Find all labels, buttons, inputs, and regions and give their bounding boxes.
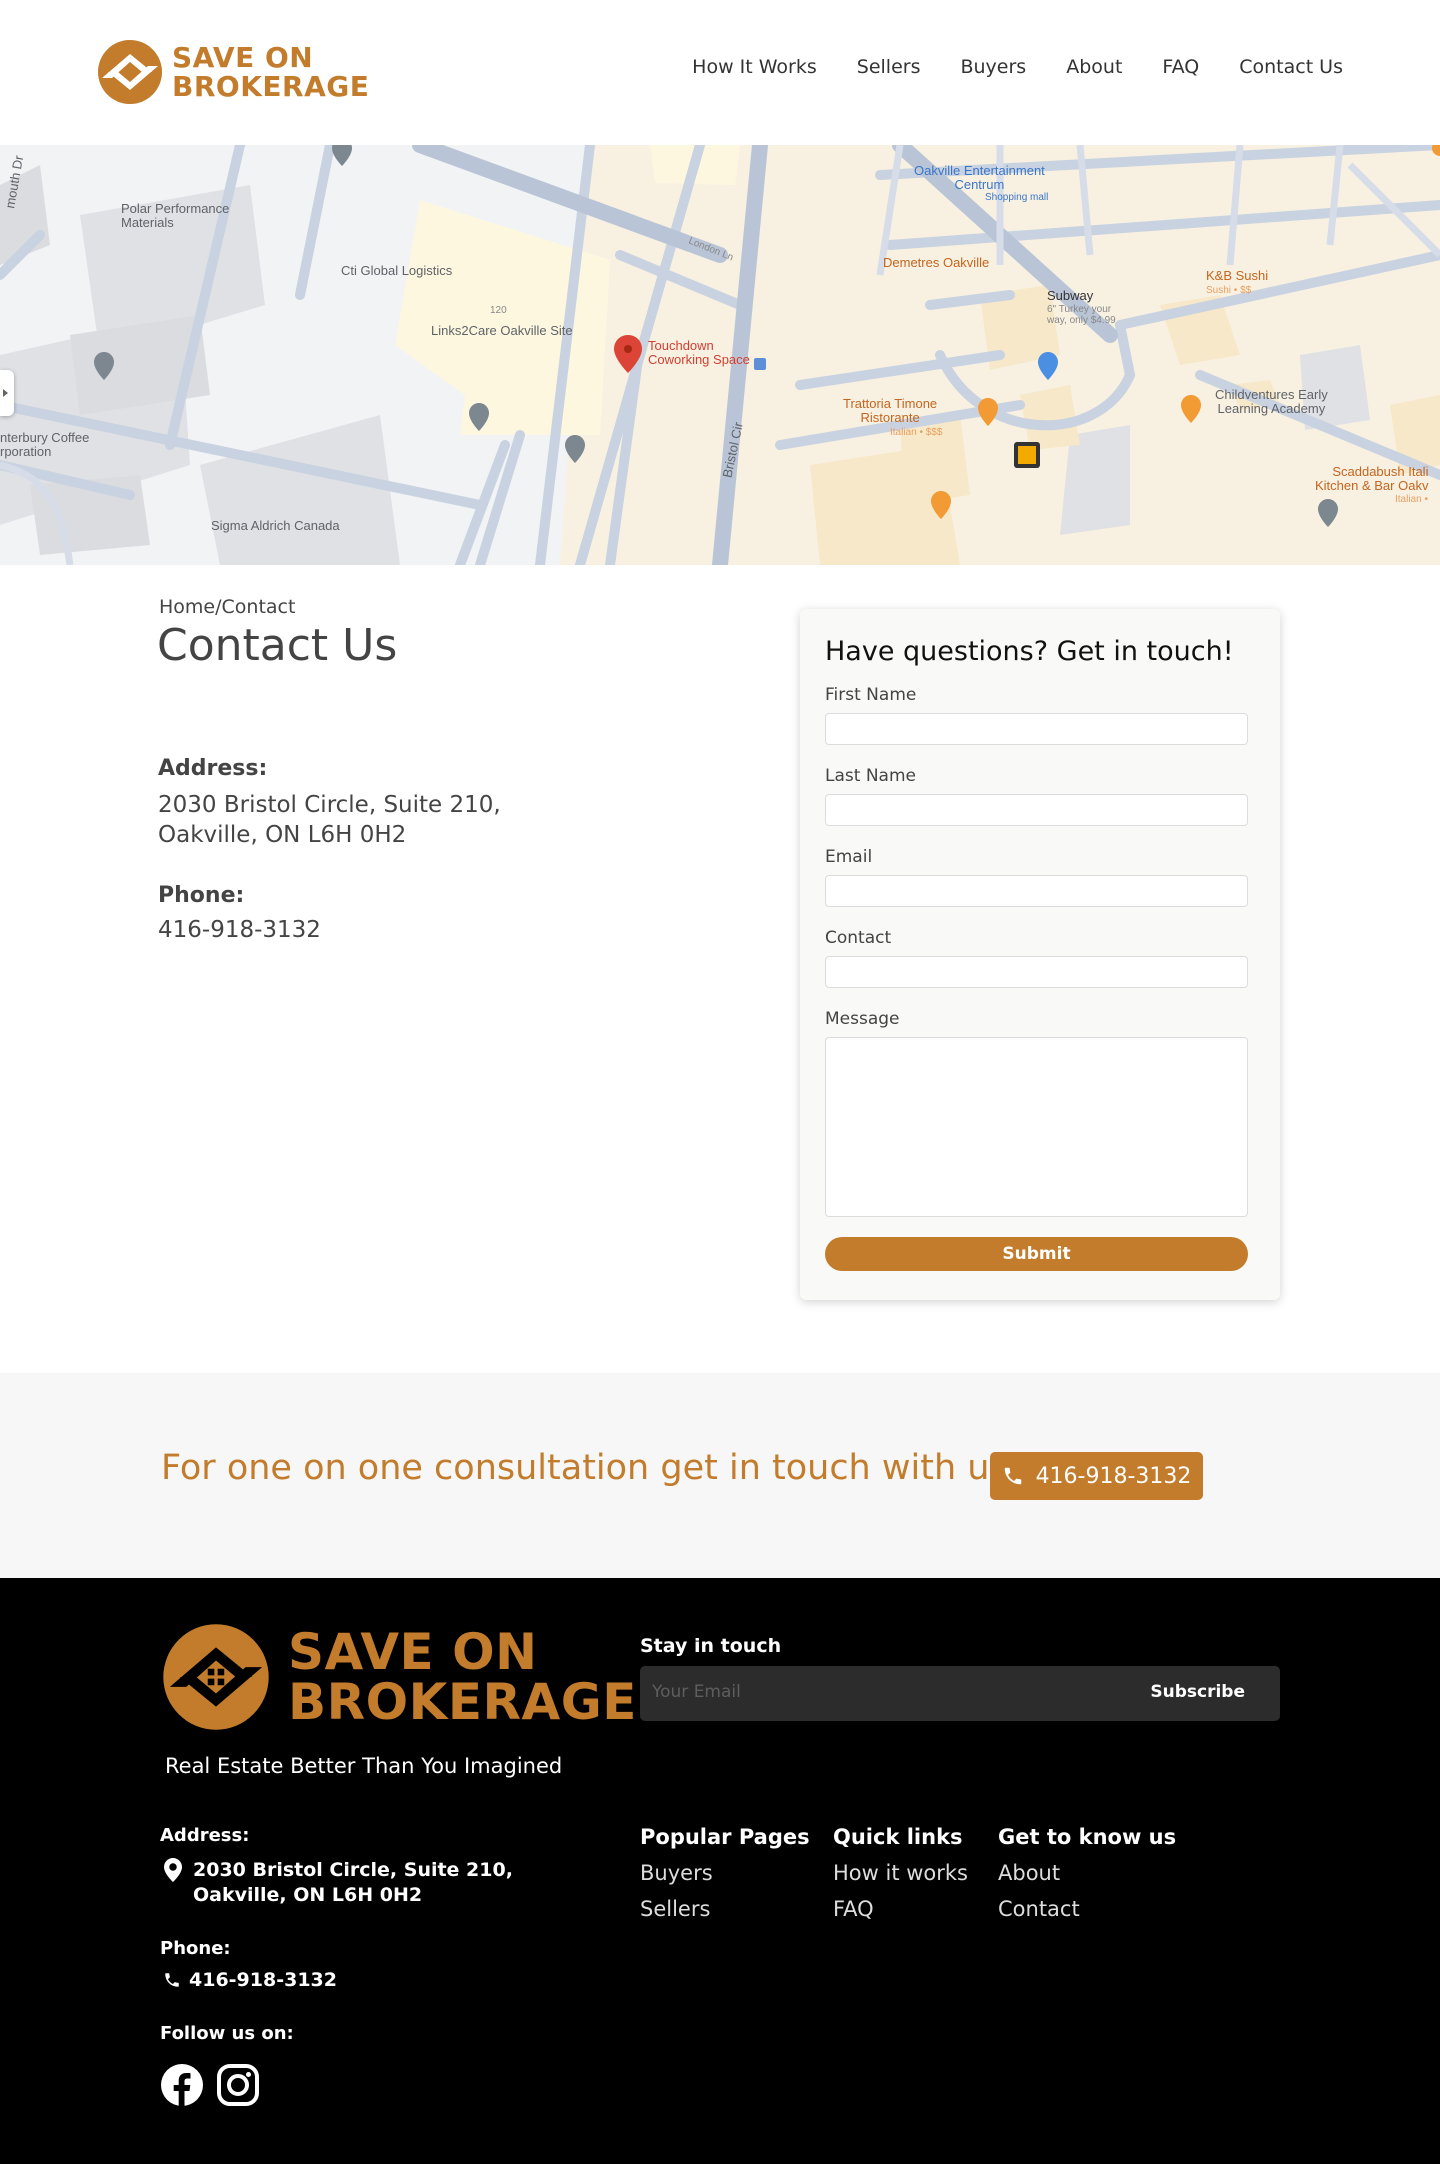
map-label-shopping-mall: Shopping mall [985, 192, 1049, 203]
house-logo-icon [163, 1624, 269, 1730]
footer-brand-line1: SAVE ON [288, 1623, 538, 1681]
phone-number: 416-918-3132 [158, 917, 321, 943]
contact-label: Contact [825, 928, 892, 948]
map-label-kb-sushi: K&B Sushi [1206, 268, 1269, 283]
map-label-oakville-ent: Oakville Entertainment Centrum [914, 163, 1045, 192]
map-label-scaddabush: Scaddabush Itali Kitchen & Bar Oakv [1315, 464, 1429, 493]
brand-name-line1: SAVE ON [172, 41, 314, 74]
first-name-input[interactable] [825, 713, 1248, 745]
breadcrumb[interactable]: Home/Contact [159, 596, 295, 618]
nav-about[interactable]: About [1066, 56, 1122, 78]
map-label-trattoria-sub: Italian • $$$ [890, 427, 943, 438]
email-label: Email [825, 847, 873, 867]
form-title: Have questions? Get in touch! [825, 636, 1234, 667]
facebook-icon[interactable] [160, 2063, 204, 2107]
nav-buyers[interactable]: Buyers [960, 56, 1026, 78]
site-footer: SAVE ON BROKERAGE Real Estate Better Tha… [0, 1578, 1440, 2164]
footer-address-label: Address: [160, 1825, 250, 1846]
brand-tagline: Real Estate Better Than You Imagined [165, 1754, 563, 1778]
nav-sellers[interactable]: Sellers [857, 56, 921, 78]
consultation-banner: For one on one consultation get in touch… [0, 1373, 1440, 1578]
footer-brand-line2: BROKERAGE [288, 1673, 637, 1731]
footer-link-buyers[interactable]: Buyers [640, 1861, 713, 1885]
footer-logo[interactable]: SAVE ON BROKERAGE [160, 1621, 637, 1733]
phone-label: Phone: [158, 883, 245, 908]
map-label-canterbury: nterbury Coffee rporation [0, 430, 90, 459]
last-name-label: Last Name [825, 766, 916, 786]
house-logo-icon [98, 40, 162, 104]
first-name-label: First Name [825, 685, 917, 705]
contact-input[interactable] [825, 956, 1248, 988]
location-map[interactable]: Polar Performance Materials Cti Global L… [0, 145, 1440, 565]
map-label-polar: Polar Performance Materials [121, 201, 230, 230]
map-label-links2care: Links2Care Oakville Site [431, 323, 573, 338]
email-input[interactable] [825, 875, 1248, 907]
footer-link-about[interactable]: About [998, 1861, 1060, 1885]
contact-form: Have questions? Get in touch! First Name… [800, 609, 1280, 1300]
footer-link-contact[interactable]: Contact [998, 1897, 1080, 1921]
map-panel-toggle[interactable] [0, 370, 14, 416]
map-label-subway: Subway [1047, 288, 1094, 303]
footer-address-line1: 2030 Bristol Circle, Suite 210, [193, 1859, 513, 1881]
footer-link-how-it-works[interactable]: How it works [833, 1861, 968, 1885]
consultation-phone-label: 416-918-3132 [1035, 1463, 1192, 1489]
map-label-kb-sub: Sushi • $$ [1206, 285, 1252, 296]
subscribe-button[interactable]: Subscribe [1150, 1682, 1245, 1702]
footer-phone: 416-918-3132 [189, 1969, 337, 1991]
consultation-text: For one on one consultation get in touch… [161, 1448, 1008, 1488]
footer-brand-name: SAVE ON BROKERAGE [288, 1627, 637, 1727]
submit-button[interactable]: Submit [825, 1237, 1248, 1271]
follow-label: Follow us on: [160, 2023, 294, 2044]
footer-link-sellers[interactable]: Sellers [640, 1897, 710, 1921]
message-label: Message [825, 1009, 900, 1029]
map-label-sigma: Sigma Aldrich Canada [211, 518, 340, 533]
page-title: Contact Us [157, 620, 398, 671]
location-pin-icon [164, 1858, 182, 1882]
main-nav: How It Works Sellers Buyers About FAQ Co… [692, 56, 1343, 78]
map-label-scaddabush-sub: Italian • [1395, 494, 1428, 505]
address-line2: Oakville, ON L6H 0H2 [158, 822, 407, 848]
message-textarea[interactable] [825, 1037, 1248, 1217]
brand-logo[interactable]: SAVE ON BROKERAGE [96, 38, 369, 106]
brand-name: SAVE ON BROKERAGE [172, 43, 369, 101]
brand-name-line2: BROKERAGE [172, 70, 370, 103]
address-line1: 2030 Bristol Circle, Suite 210, [158, 792, 501, 818]
map-label-touchdown: Touchdown Coworking Space [648, 338, 750, 367]
newsletter-email-input[interactable]: Your Email Subscribe [640, 1666, 1280, 1721]
map-label-trattoria: Trattoria Timone Ristorante [843, 396, 938, 425]
map-label-cti: Cti Global Logistics [341, 263, 453, 278]
instagram-icon[interactable] [216, 2063, 260, 2107]
map-label-demetres: Demetres Oakville [883, 255, 990, 270]
footer-address-line2: Oakville, ON L6H 0H2 [193, 1884, 423, 1906]
email-placeholder: Your Email [652, 1682, 741, 1702]
footer-link-faq[interactable]: FAQ [833, 1897, 874, 1921]
nav-how-it-works[interactable]: How It Works [692, 56, 817, 78]
map-label-120: 120 [490, 305, 507, 316]
map-label-childventures: Childventures Early Learning Academy [1215, 387, 1328, 416]
nav-contact-us[interactable]: Contact Us [1239, 56, 1343, 78]
site-header: SAVE ON BROKERAGE How It Works Sellers B… [0, 0, 1440, 145]
last-name-input[interactable] [825, 794, 1248, 826]
map-label-subway-sub: 6" Turkey your way, only $4.99 [1047, 304, 1116, 326]
phone-icon [165, 1973, 179, 1987]
footer-phone-label: Phone: [160, 1938, 231, 1959]
address-label: Address: [158, 756, 268, 781]
popular-pages-title: Popular Pages [640, 1825, 810, 1849]
quick-links-title: Quick links [833, 1825, 963, 1849]
newsletter-label: Stay in touch [640, 1635, 782, 1657]
phone-icon [1004, 1467, 1021, 1485]
get-to-know-us-title: Get to know us [998, 1825, 1177, 1849]
consultation-phone-button[interactable]: 416-918-3132 [990, 1452, 1203, 1500]
nav-faq[interactable]: FAQ [1162, 56, 1199, 78]
